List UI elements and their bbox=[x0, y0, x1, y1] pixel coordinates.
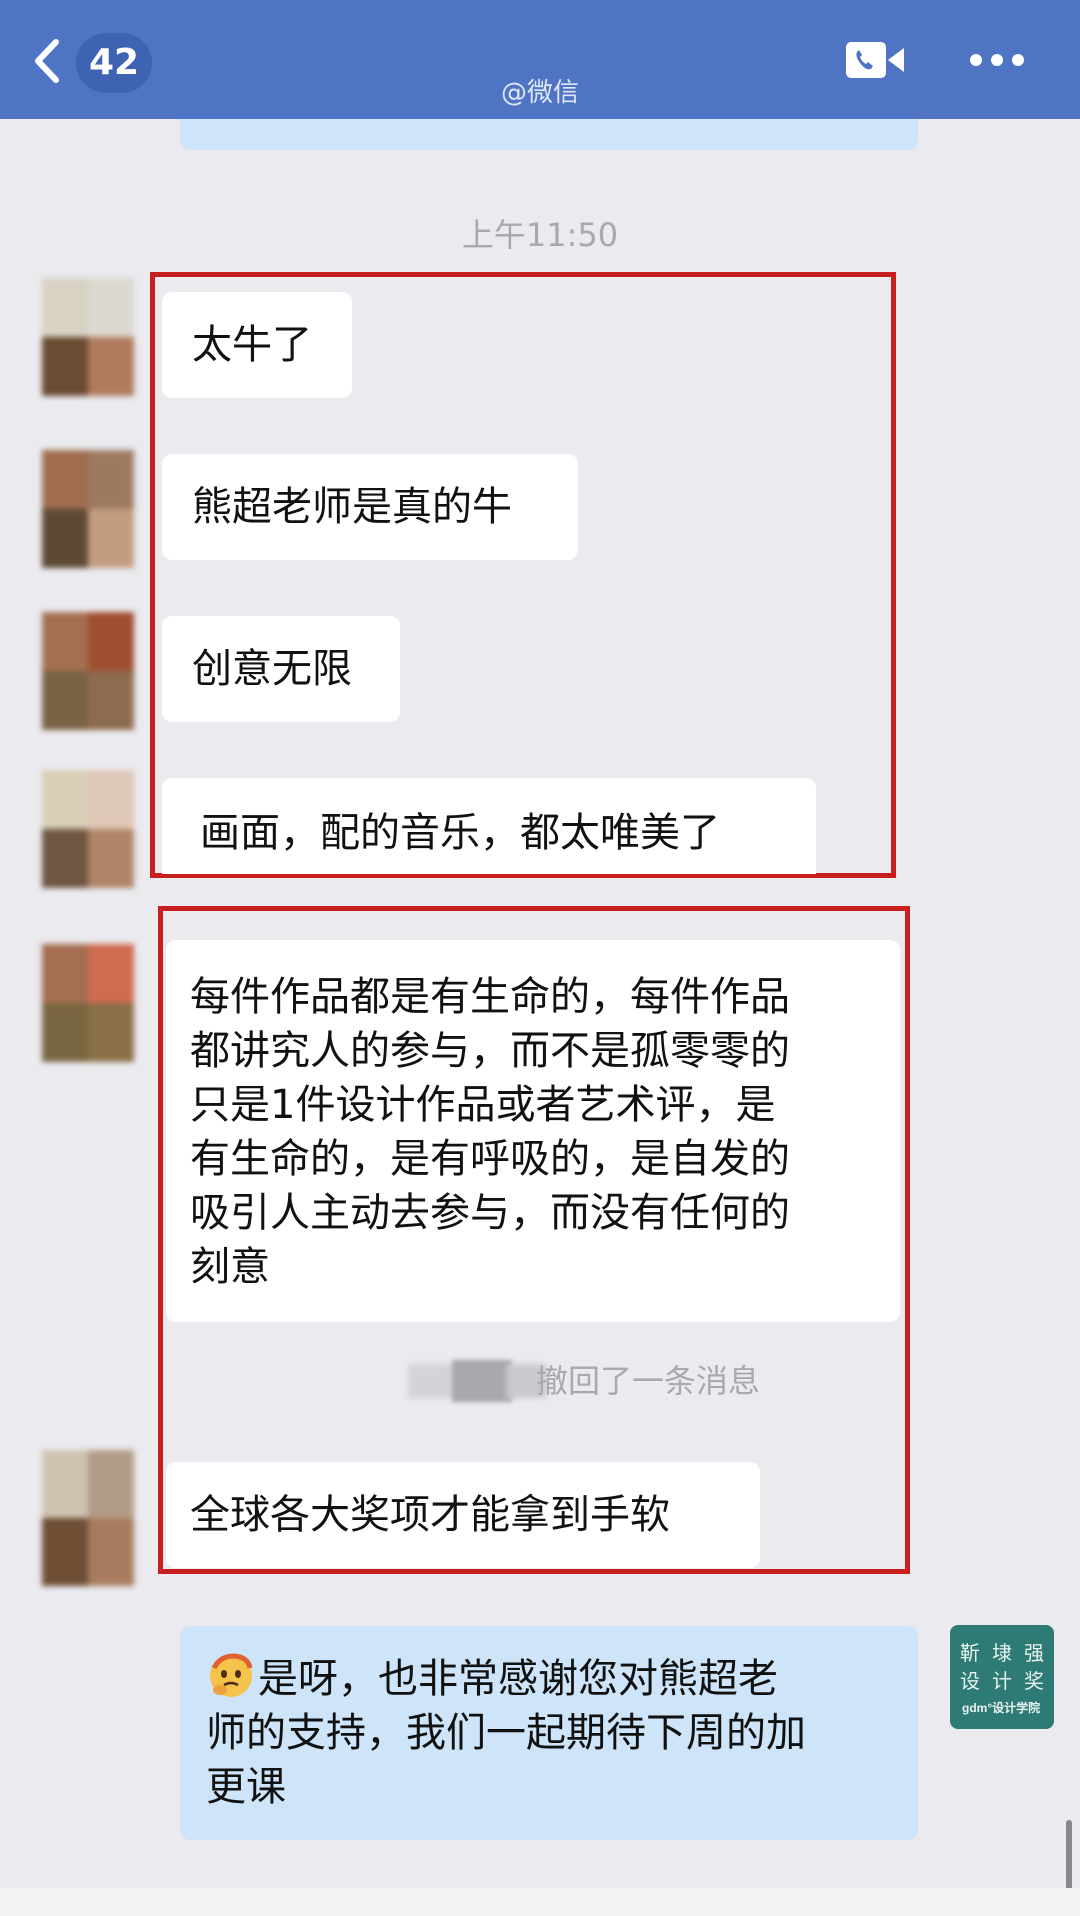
message-line: 是呀，也非常感谢您对熊超老 bbox=[206, 1650, 892, 1706]
chat-header: 42 @微信 bbox=[0, 0, 1080, 119]
logo-char: 设 bbox=[960, 1669, 980, 1693]
logo-row: 靳 埭 强 bbox=[960, 1637, 1044, 1666]
message-text: 太牛了 bbox=[192, 322, 312, 368]
message-text: 全球各大奖项才能拿到手软 bbox=[190, 1492, 670, 1538]
logo-char: 计 bbox=[992, 1669, 1012, 1693]
message-line: 每件作品都是有生命的，每件作品 bbox=[190, 974, 790, 1020]
chat-screen: 42 @微信 上午11:50 太牛了 熊超老师是真的牛 创意无限 画面，配的音乐… bbox=[0, 0, 1080, 1916]
message-line: 都讲究人的参与，而不是孤零零的 bbox=[190, 1028, 790, 1074]
message-bubble[interactable]: 创意无限 bbox=[162, 616, 400, 722]
message-line: 师的支持，我们一起期待下周的加 bbox=[206, 1710, 806, 1756]
my-message-bubble[interactable]: 是呀，也非常感谢您对熊超老 师的支持，我们一起期待下周的加 更课 bbox=[180, 1626, 918, 1840]
time-divider: 上午11:50 bbox=[461, 216, 619, 254]
logo-char: 靳 bbox=[960, 1641, 980, 1665]
message-bubble[interactable]: 全球各大奖项才能拿到手软 bbox=[166, 1462, 760, 1568]
message-bubble[interactable]: 太牛了 bbox=[162, 292, 352, 398]
message-line: 吸引人主动去参与，而没有任何的 bbox=[190, 1190, 790, 1236]
logo-subtitle: gdm°设计学院 bbox=[962, 1701, 1041, 1715]
avatar[interactable] bbox=[42, 612, 134, 730]
logo-char: 强 bbox=[1024, 1641, 1044, 1665]
message-bubble[interactable]: 画面，配的音乐，都太唯美了 bbox=[162, 778, 816, 874]
blurred-name bbox=[452, 1360, 512, 1402]
avatar[interactable] bbox=[42, 770, 134, 888]
logo-char: 奖 bbox=[1024, 1669, 1044, 1693]
avatar[interactable] bbox=[42, 450, 134, 568]
message-line: 更课 bbox=[206, 1764, 286, 1810]
message-line: 只是1件设计作品或者艺术评，是 bbox=[190, 1082, 776, 1128]
avatar[interactable] bbox=[42, 944, 134, 1062]
message-bubble[interactable]: 熊超老师是真的牛 bbox=[162, 454, 578, 560]
logo-row: 设 计 奖 bbox=[960, 1665, 1044, 1694]
avatar[interactable] bbox=[42, 1450, 134, 1586]
logo-char: 埭 bbox=[992, 1641, 1012, 1665]
avatar[interactable] bbox=[42, 278, 134, 396]
message-bubble[interactable]: 每件作品都是有生命的，每件作品 都讲究人的参与，而不是孤零零的 只是1件设计作品… bbox=[166, 940, 900, 1322]
input-area-edge bbox=[0, 1888, 1080, 1916]
message-line: 刻意 bbox=[190, 1244, 270, 1290]
message-text: 是呀，也非常感谢您对熊超老 bbox=[258, 1656, 778, 1702]
message-line: 有生命的，是有呼吸的，是自发的 bbox=[190, 1136, 790, 1182]
message-text: 创意无限 bbox=[192, 646, 352, 692]
video-call-icon[interactable] bbox=[844, 40, 906, 80]
message-text: 熊超老师是真的牛 bbox=[192, 484, 512, 530]
my-avatar[interactable]: 靳 埭 强 设 计 奖 gdm°设计学院 bbox=[950, 1625, 1054, 1729]
more-icon[interactable] bbox=[968, 52, 1026, 68]
header-subtitle: @微信 bbox=[500, 78, 579, 108]
thinking-emoji-icon bbox=[206, 1650, 256, 1700]
recall-text: 撤回了一条消息 bbox=[536, 1362, 761, 1400]
message-text: 画面，配的音乐，都太唯美了 bbox=[200, 810, 720, 856]
